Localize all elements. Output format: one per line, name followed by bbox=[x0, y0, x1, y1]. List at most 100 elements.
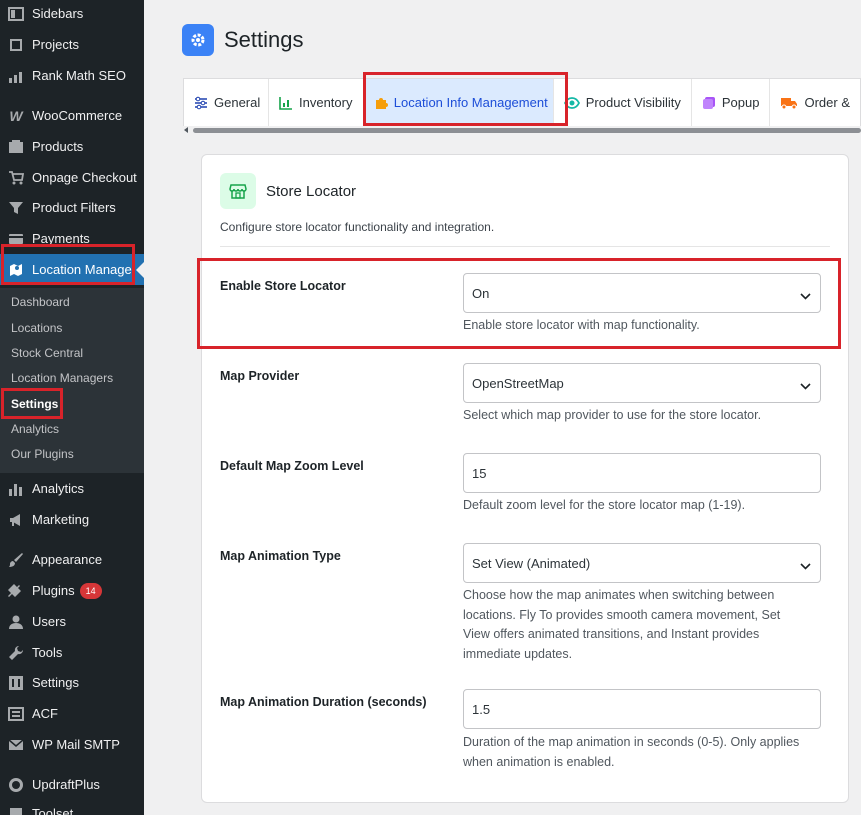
toolset-icon bbox=[6, 804, 26, 815]
card-header: Store Locator bbox=[220, 173, 356, 209]
map-provider-select[interactable]: OpenStreetMap bbox=[463, 363, 821, 403]
settings-tabs: General Inventory Location Info Manageme… bbox=[183, 78, 861, 126]
menu-toolset[interactable]: Toolset bbox=[0, 798, 144, 815]
menu-acf[interactable]: ACF bbox=[0, 698, 144, 729]
puzzle-icon bbox=[374, 96, 388, 110]
menu-label: Payments bbox=[32, 231, 90, 246]
tab-popup[interactable]: Popup bbox=[692, 79, 771, 126]
admin-sidebar: Sidebars Projects Rank Math SEO W WooCom… bbox=[0, 0, 144, 815]
submenu-our-plugins[interactable]: Our Plugins bbox=[11, 444, 74, 464]
menu-projects[interactable]: Projects bbox=[0, 29, 144, 60]
menu-marketing[interactable]: Marketing bbox=[0, 504, 144, 535]
products-icon bbox=[6, 137, 26, 157]
submenu-location-managers[interactable]: Location Managers bbox=[11, 368, 113, 388]
menu-analytics[interactable]: Analytics bbox=[0, 473, 144, 504]
menu-users[interactable]: Users bbox=[0, 606, 144, 637]
zoom-level-label: Default Map Zoom Level bbox=[220, 459, 364, 473]
menu-label: Appearance bbox=[32, 552, 103, 567]
zoom-level-input[interactable]: 15 bbox=[463, 453, 821, 493]
card-description: Configure store locator functionality an… bbox=[220, 220, 495, 234]
animation-type-label: Map Animation Type bbox=[220, 549, 341, 563]
enable-store-locator-select[interactable]: On bbox=[463, 273, 821, 313]
tab-product-visibility[interactable]: Product Visibility bbox=[554, 79, 692, 126]
zoom-level-help: Default zoom level for the store locator… bbox=[463, 498, 746, 512]
menu-label: Location Manage bbox=[32, 262, 132, 277]
menu-label: Toolset bbox=[32, 806, 74, 815]
store-locator-card: Store Locator Configure store locator fu… bbox=[201, 154, 849, 803]
submenu-settings[interactable]: Settings bbox=[11, 394, 58, 414]
tab-label: General bbox=[214, 95, 261, 110]
menu-woocommerce[interactable]: W WooCommerce bbox=[0, 100, 144, 131]
truck-icon bbox=[780, 96, 798, 110]
wrench-icon bbox=[6, 643, 26, 663]
tab-label: Order & bbox=[804, 95, 850, 110]
select-value: On bbox=[472, 285, 490, 301]
animation-duration-help: Duration of the map animation in seconds… bbox=[463, 735, 800, 769]
chart-icon bbox=[279, 96, 293, 110]
menu-location-manage[interactable]: Location Manage bbox=[0, 254, 144, 285]
tab-label: Location Info Management bbox=[393, 95, 548, 110]
eye-icon bbox=[563, 96, 580, 110]
menu-appearance[interactable]: Appearance bbox=[0, 544, 144, 575]
location-submenu: Dashboard Locations Stock Central Locati… bbox=[0, 288, 144, 473]
popup-icon bbox=[702, 96, 716, 110]
tab-general[interactable]: General bbox=[184, 79, 269, 126]
acf-icon bbox=[6, 704, 26, 724]
menu-label: Settings bbox=[32, 675, 79, 690]
cart-icon bbox=[6, 168, 26, 188]
menu-label: Products bbox=[32, 139, 84, 154]
menu-updraftplus[interactable]: UpdraftPlus bbox=[0, 769, 144, 800]
chevron-down-icon bbox=[800, 378, 811, 393]
menu-settings[interactable]: Settings bbox=[0, 667, 144, 698]
menu-label: Analytics bbox=[32, 481, 85, 496]
location-icon bbox=[6, 260, 26, 280]
menu-label: Projects bbox=[32, 37, 79, 52]
scroll-left-icon[interactable] bbox=[184, 127, 188, 133]
menu-label: Marketing bbox=[32, 512, 90, 527]
animation-type-select[interactable]: Set View (Animated) bbox=[463, 543, 821, 583]
input-value: 1.5 bbox=[472, 701, 491, 717]
rank-math-icon bbox=[6, 66, 26, 86]
sidebars-icon bbox=[6, 4, 26, 24]
tabs-scrollbar[interactable] bbox=[183, 126, 861, 134]
menu-tools[interactable]: Tools bbox=[0, 637, 144, 668]
plugin-icon bbox=[6, 581, 26, 601]
menu-payments[interactable]: Payments bbox=[0, 223, 144, 254]
menu-products[interactable]: Products bbox=[0, 131, 144, 162]
paintbrush-icon bbox=[6, 550, 26, 570]
chevron-down-icon bbox=[800, 288, 811, 303]
tab-location-info-management[interactable]: Location Info Management bbox=[363, 79, 554, 126]
map-provider-help: Select which map provider to use for the… bbox=[463, 408, 762, 422]
tab-label: Popup bbox=[721, 95, 760, 110]
payments-icon bbox=[6, 229, 26, 249]
updraft-icon bbox=[6, 775, 26, 795]
tab-inventory[interactable]: Inventory bbox=[269, 79, 364, 126]
submenu-stock-central[interactable]: Stock Central bbox=[11, 343, 83, 363]
tab-order[interactable]: Order & bbox=[770, 79, 860, 126]
submenu-analytics[interactable]: Analytics bbox=[11, 419, 59, 439]
menu-label: Rank Math SEO bbox=[32, 68, 126, 83]
menu-label: Plugins bbox=[32, 583, 75, 598]
menu-label: Onpage Checkout bbox=[32, 170, 137, 185]
menu-label: ACF bbox=[32, 706, 58, 721]
settings-sliders-icon bbox=[6, 673, 26, 693]
plugin-update-badge: 14 bbox=[79, 582, 102, 599]
main-content: Settings General Inventory Location Info… bbox=[144, 0, 861, 815]
animation-type-help: Choose how the map animates when switchi… bbox=[463, 588, 781, 661]
menu-rank-math[interactable]: Rank Math SEO bbox=[0, 60, 144, 91]
scrollbar-thumb[interactable] bbox=[193, 128, 861, 133]
menu-wp-mail-smtp[interactable]: WP Mail SMTP bbox=[0, 729, 144, 760]
menu-label: WooCommerce bbox=[32, 108, 123, 123]
projects-icon bbox=[6, 35, 26, 55]
menu-label: WP Mail SMTP bbox=[32, 737, 120, 752]
submenu-locations[interactable]: Locations bbox=[11, 318, 62, 338]
current-arrow bbox=[136, 262, 144, 278]
menu-onpage-checkout[interactable]: Onpage Checkout bbox=[0, 162, 144, 193]
analytics-icon bbox=[6, 479, 26, 499]
submenu-dashboard[interactable]: Dashboard bbox=[11, 292, 70, 312]
menu-sidebars[interactable]: Sidebars bbox=[0, 0, 144, 29]
animation-duration-input[interactable]: 1.5 bbox=[463, 689, 821, 729]
animation-duration-label: Map Animation Duration (seconds) bbox=[220, 695, 427, 709]
menu-plugins[interactable]: Plugins 14 bbox=[0, 575, 144, 606]
menu-product-filters[interactable]: Product Filters bbox=[0, 192, 144, 223]
